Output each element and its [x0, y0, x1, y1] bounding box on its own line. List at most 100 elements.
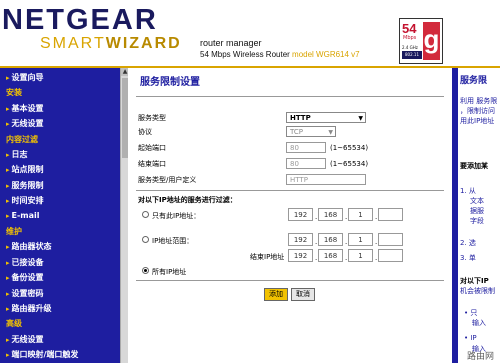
help-text: 用此IP地址 — [460, 117, 495, 125]
range-start-octet-4[interactable] — [378, 233, 403, 246]
sidebar-item[interactable]: ▸ 备份设置 — [6, 272, 44, 283]
header: NETGEAR SMARTWIZARD router manager 54 Mb… — [0, 0, 500, 68]
range-start-octet-3[interactable]: 1 — [348, 233, 373, 246]
header-subtitle: router manager — [200, 38, 262, 48]
help-text: 利用 服务限 — [460, 97, 498, 105]
start-port-input[interactable]: 80 — [286, 142, 326, 153]
sidebar-item[interactable]: ▸ 日志 — [6, 149, 28, 160]
header-description: 54 Mbps Wireless Router model WGR614 v7 — [200, 50, 360, 59]
sidebar-item[interactable]: ▸ 路由器状态 — [6, 241, 52, 252]
sidebar-item-label: 无线设置 — [11, 334, 44, 344]
arrow-right-icon: ▸ — [6, 243, 10, 252]
sidebar-item[interactable]: ▸ 时间安排 — [6, 195, 44, 206]
end-port-label: 结束端口 — [138, 160, 166, 168]
sidebar-item-label: 基本设置 — [11, 103, 44, 113]
page-title: 服务限制设置 — [140, 77, 200, 88]
sidebar-group-heading: 高级 — [6, 318, 22, 329]
sidebar-item-label: 日志 — [11, 150, 28, 159]
sidebar-item-label: 站点限制 — [11, 165, 44, 175]
arrow-right-icon: ▸ — [6, 120, 10, 129]
protocol-select[interactable]: TCP ▼ — [286, 126, 336, 137]
sidebar-item-label: 路由器升级 — [11, 304, 52, 313]
end-port-input[interactable]: 80 — [286, 158, 326, 169]
help-text: 输入 — [472, 319, 486, 327]
help-text: 文本 — [470, 197, 484, 205]
sidebar-item[interactable]: ▸ 端口映射/端口触发 — [6, 349, 78, 360]
sidebar-item[interactable]: ▸ 无线设置 — [6, 334, 44, 345]
help-text: 3. 单 — [460, 254, 476, 262]
range-end-octet-2[interactable]: 168 — [318, 249, 343, 262]
range-start-octet-2[interactable]: 168 — [318, 233, 343, 246]
only-ip-octet-3[interactable]: 1 — [348, 208, 373, 221]
range-end-octet-3[interactable]: 1 — [348, 249, 373, 262]
arrow-right-icon: ▸ — [6, 181, 10, 190]
only-ip-label: 只有此IP地址： — [152, 212, 201, 220]
end-port-range: (1~65534) — [330, 160, 369, 168]
sidebar-item[interactable]: ▸ 已接设备 — [6, 257, 44, 268]
sidebar-item[interactable]: ▸ E-mail — [6, 211, 40, 220]
divider — [136, 190, 444, 191]
netgear-logo: NETGEAR — [2, 4, 158, 36]
start-port-range: (1~65534) — [330, 144, 369, 152]
sidebar-item[interactable]: ▸ 站点限制 — [6, 164, 44, 175]
help-text: 2. 选 — [460, 239, 476, 247]
divider — [136, 280, 444, 281]
help-text: • 只 — [464, 309, 478, 317]
range-end-octet-4[interactable] — [378, 249, 403, 262]
sidebar-item[interactable]: ▸ 设置向导 — [6, 72, 44, 83]
help-text: 据服 — [470, 207, 484, 215]
arrow-right-icon: ▸ — [6, 305, 10, 313]
arrow-right-icon: ▸ — [6, 289, 10, 298]
sidebar-group-heading: 内容过滤 — [6, 134, 38, 145]
help-title: 服务限 — [460, 76, 488, 86]
end-ip-label: 结束IP地址 — [250, 253, 285, 261]
help-text: • IP — [464, 334, 477, 342]
sidebar-group-heading: 维护 — [6, 226, 22, 237]
sidebar-item[interactable]: ▸ 设置密码 — [6, 288, 44, 299]
sidebar-item[interactable]: ▸ 基本设置 — [6, 103, 44, 114]
range-end-octet-1[interactable]: 192 — [288, 249, 313, 262]
cancel-button[interactable]: 取消 — [291, 288, 315, 301]
only-ip-octet-1[interactable]: 192 — [288, 208, 313, 221]
add-button[interactable]: 添加 — [264, 288, 288, 301]
sidebar-item-label: 设置密码 — [11, 288, 44, 298]
help-text: 对以下IP — [460, 277, 489, 285]
start-port-label: 起始端口 — [138, 144, 166, 152]
sidebar-item-label: 高级 — [6, 319, 22, 329]
sidebar-item[interactable]: ▸ 无线设置 — [6, 118, 44, 129]
help-text: 机会被限制 — [460, 287, 495, 295]
arrow-right-icon: ▸ — [6, 197, 10, 206]
ip-range-label: IP地址范围： — [152, 237, 194, 245]
arrow-right-icon: ▸ — [6, 151, 10, 159]
only-ip-octet-2[interactable]: 168 — [318, 208, 343, 221]
sidebar-item-label: 时间安排 — [11, 196, 44, 206]
chevron-down-icon: ▼ — [328, 129, 333, 136]
help-text: ，限制访问 — [460, 107, 495, 115]
wireless-g-badge: 54 Mbps 2.4 GHz 802.11 g — [399, 18, 443, 64]
protocol-label: 协议 — [138, 128, 152, 136]
user-defined-input[interactable]: HTTP — [286, 174, 366, 185]
help-text: 要添加某 — [460, 162, 488, 170]
all-ip-radio[interactable] — [142, 267, 149, 274]
sidebar-item-label: 设置向导 — [11, 73, 44, 82]
service-type-select[interactable]: HTTP ▼ — [286, 112, 366, 123]
sidebar-item-label: 无线设置 — [11, 119, 44, 129]
sidebar-item[interactable]: ▸ 服务限制 — [6, 180, 44, 191]
arrow-right-icon: ▸ — [6, 211, 10, 220]
only-ip-radio[interactable] — [142, 211, 149, 218]
main-panel: 服务限制设置 服务类型 HTTP ▼ 协议 TCP ▼ 起始端口 80 (1~655… — [128, 68, 452, 363]
sidebar-item-label: 维护 — [6, 227, 22, 236]
only-ip-octet-4[interactable] — [378, 208, 403, 221]
range-start-octet-1[interactable]: 192 — [288, 233, 313, 246]
sidebar-item-label: 端口映射/端口触发 — [11, 350, 79, 360]
chevron-down-icon: ▼ — [358, 115, 363, 122]
arrow-right-icon: ▸ — [6, 335, 10, 344]
ip-range-radio[interactable] — [142, 236, 149, 243]
help-text: 字段 — [470, 217, 484, 225]
sidebar-item[interactable]: ▸ 路由器升级 — [6, 303, 52, 314]
sidebar-item-label: 安装 — [6, 88, 22, 98]
sidebar-item-label: 备份设置 — [11, 273, 44, 283]
divider — [136, 96, 444, 97]
help-panel: 服务限 利用 服务限 ，限制访问 用此IP地址 要添加某 1. 从 文本 据服 … — [458, 68, 500, 363]
sidebar-nav: ▸ 设置向导 安装 ▸ 基本设置 ▸ 无线设置 内容过滤 ▸ 日志 ▸ 站点限制 ▸ 服务限制 ▸ 时间安排 ▸… — [0, 68, 120, 363]
